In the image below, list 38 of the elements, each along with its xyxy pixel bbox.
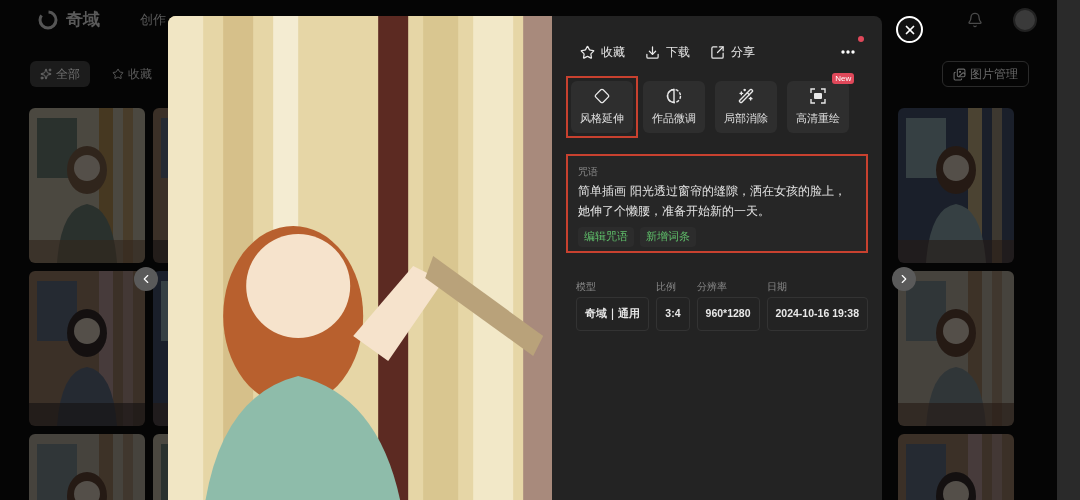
star-icon: [580, 44, 596, 60]
info-label: 比例: [656, 280, 678, 294]
image-manage-button[interactable]: 图片管理: [942, 61, 1029, 87]
hd-frame-icon: [810, 87, 827, 104]
info-label: 模型: [576, 280, 598, 294]
logo-icon: [38, 10, 58, 30]
close-button[interactable]: [896, 16, 923, 43]
tool-button[interactable]: 局部消除: [715, 81, 778, 133]
info-value: 960*1280: [696, 297, 760, 331]
previous-button[interactable]: [134, 267, 158, 291]
prompt-text: 简单插画 阳光透过窗帘的缝隙，洒在女孩的脸上，她伸了个懒腰，准备开始新的一天。: [578, 184, 847, 219]
share-icon: [710, 44, 726, 60]
wand-icon: [738, 87, 755, 104]
info-label: 分辨率: [696, 280, 728, 294]
sparkle-icon: [40, 68, 52, 80]
action-button[interactable]: 分享: [710, 43, 756, 61]
filter-tab[interactable]: 全部: [30, 61, 90, 87]
star-icon: [112, 68, 124, 80]
tool-button[interactable]: 作品微调: [643, 81, 706, 133]
more-icon: [841, 50, 855, 54]
tool-button[interactable]: 高清重绘: [787, 81, 850, 133]
half-circle-icon: [666, 87, 683, 104]
tool-button[interactable]: 风格延伸: [571, 81, 634, 133]
diamond-icon: [594, 87, 611, 104]
info-value: 2024-10-16 19:38: [766, 297, 868, 331]
download-icon: [645, 44, 661, 60]
prompt-label: 咒语: [578, 165, 600, 179]
new-badge: New: [832, 73, 855, 84]
next-button[interactable]: [892, 267, 916, 291]
prompt-tag-button[interactable]: 编辑咒语: [578, 227, 635, 247]
logo-text: 奇域: [66, 9, 100, 32]
info-value: 3:4: [656, 297, 690, 331]
info-label: 日期: [766, 280, 788, 294]
action-button[interactable]: 下载: [645, 43, 691, 61]
action-button[interactable]: 收藏: [580, 43, 626, 61]
prompt-tag-button[interactable]: 新增词条: [640, 227, 697, 247]
info-value: 奇域｜通用: [576, 297, 650, 331]
images-icon: [953, 67, 966, 81]
